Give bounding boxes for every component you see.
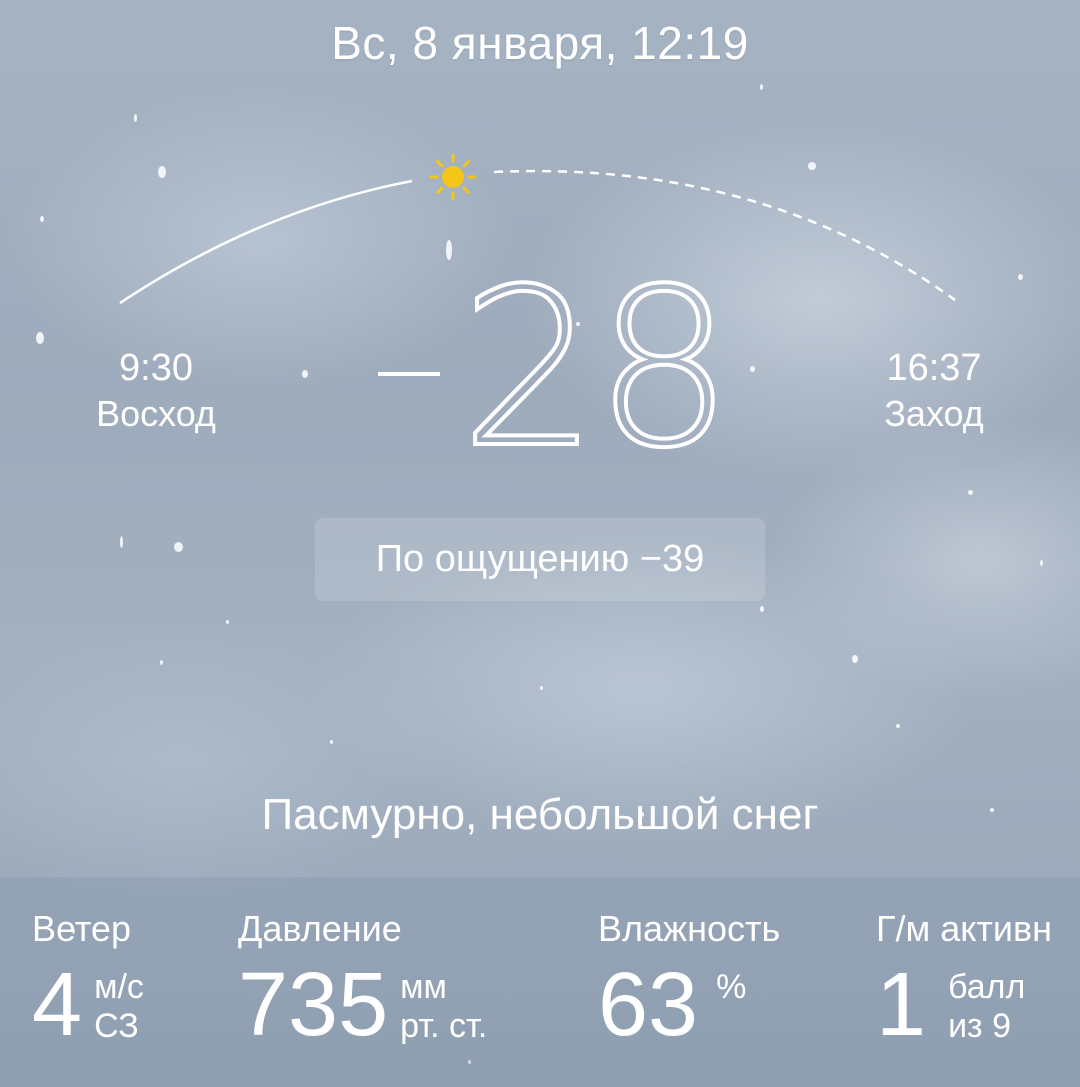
metric-geomagnetic-value: 1	[876, 955, 927, 1055]
metric-geomagnetic-scale: из 9	[948, 1007, 1011, 1046]
metric-wind[interactable]: Ветер 4 м/с СЗ	[32, 908, 144, 1050]
metric-humidity[interactable]: Влажность 63 %	[598, 908, 780, 1050]
temperature-value: 28	[458, 243, 735, 496]
metric-pressure-label: Давление	[238, 908, 402, 949]
metric-pressure-value: 735	[238, 955, 389, 1055]
sunrise-info: 9:30 Восход	[88, 346, 224, 435]
sunrise-label: Восход	[96, 392, 216, 434]
sun-icon	[429, 153, 477, 201]
sunset-time: 16:37	[886, 347, 982, 389]
metric-geomagnetic-label: Г/м активн	[876, 908, 1053, 949]
metric-humidity-label: Влажность	[598, 908, 781, 949]
metric-humidity-value: 63	[598, 955, 699, 1055]
sunset-info: 16:37 Заход	[874, 346, 994, 435]
metric-pressure[interactable]: Давление 735 мм рт. ст.	[238, 908, 487, 1050]
sun-arc-past	[119, 179, 413, 305]
temperature-minus-sign	[378, 372, 440, 376]
weather-condition: Пасмурно, небольшой снег	[261, 790, 819, 839]
metric-pressure-unit-sub: рт. ст.	[400, 1007, 488, 1046]
sunrise-time: 9:30	[119, 347, 193, 389]
metric-wind-label: Ветер	[32, 908, 131, 949]
metric-wind-direction: СЗ	[94, 1007, 139, 1046]
metric-pressure-unit: мм	[400, 968, 447, 1006]
weather-screen: Вс, 8 января, 12:19 9:30 Восход 16:37 За…	[0, 0, 1080, 1087]
sunset-label: Заход	[884, 392, 984, 434]
metric-wind-value: 4	[32, 955, 83, 1055]
metric-humidity-unit: %	[716, 968, 747, 1006]
metric-geomagnetic-unit: балл	[948, 968, 1026, 1006]
current-temperature: 28	[378, 259, 735, 481]
metric-geomagnetic[interactable]: Г/м активн 1 балл из 9	[876, 908, 1052, 1050]
metric-wind-unit: м/с	[94, 968, 144, 1006]
feels-like-badge[interactable]: По ощущению −39	[315, 518, 765, 601]
